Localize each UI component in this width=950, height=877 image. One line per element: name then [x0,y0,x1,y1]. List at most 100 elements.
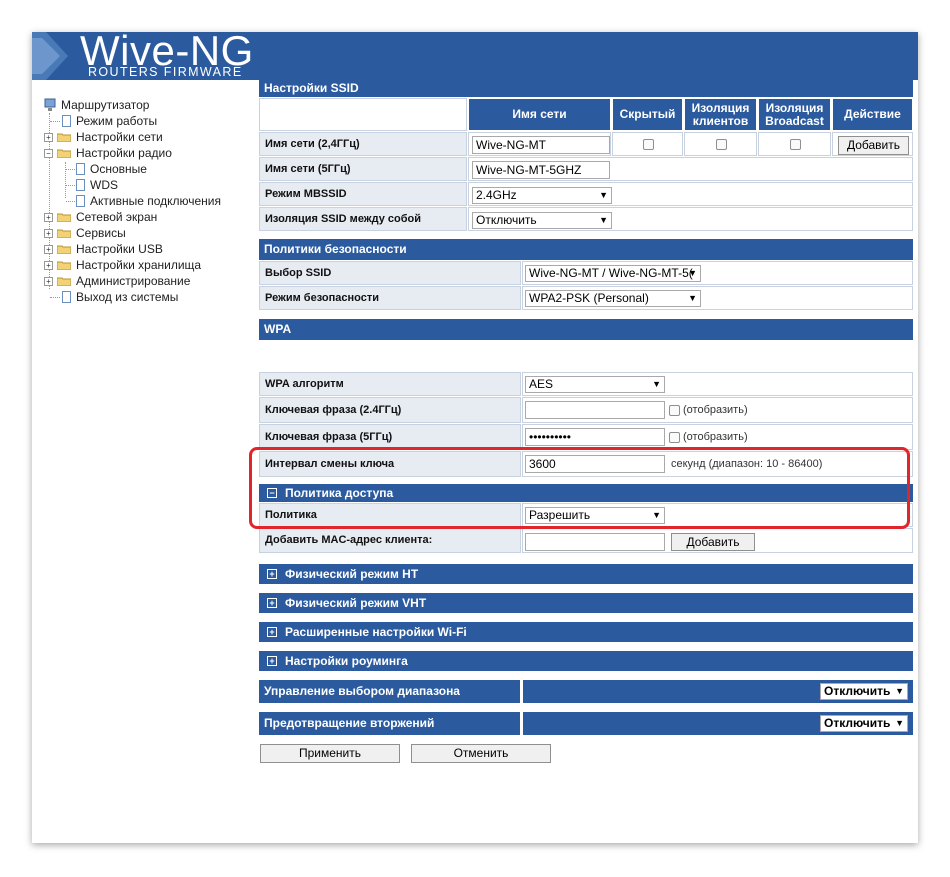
dropdown-arrow-icon: ▼ [688,293,697,303]
add-mac-cell: Добавить [522,528,913,553]
hidden-cell [612,132,683,156]
sidebar-item-label: Настройки хранилища [76,258,202,272]
ssid-24-input[interactable]: Wive-NG-MT [472,136,610,154]
add-ssid-button[interactable]: Добавить [838,136,909,155]
folder-icon [57,213,71,222]
intrusion-prevention-label: Предотвращение вторжений [259,712,520,735]
ssid-header-blank [259,98,467,131]
cancel-button[interactable]: Отменить [411,744,551,763]
folder-icon [57,261,71,270]
roaming-header[interactable]: + Настройки роуминга [259,651,913,671]
intrusion-prevention-select[interactable]: Отключить ▼ [820,715,908,732]
ssid-isolation-value: Отключить [476,213,537,227]
passphrase-24-label: Ключевая фраза (2.4ГГц) [259,397,521,423]
add-mac-label: Добавить MAC-адрес клиента: [259,528,521,553]
ht-mode-title: Физический режим HT [285,567,419,581]
page-icon [76,179,85,191]
expand-icon[interactable]: + [44,261,53,270]
mbssid-mode-value: 2.4GHz [476,188,517,202]
wpa-section-header: WPA [259,319,913,340]
router-frame: Wive-NG ROUTERS FIRMWARE Маршрутизатор Р… [32,32,918,843]
sidebar-item-label: Сервисы [76,226,126,240]
wpa-algorithm-select[interactable]: AES ▼ [525,376,665,393]
ssid-section-header: Настройки SSID [259,80,913,97]
advanced-wifi-title: Расширенные настройки Wi-Fi [285,625,467,639]
sidebar-item-label: Основные [90,162,147,176]
ssid-5-cell: Wive-NG-MT-5GHZ [468,157,913,181]
show-passphrase-24-label: (отобразить) [683,404,748,416]
sidebar-item-label: Настройки сети [76,130,163,144]
sidebar-item-label: Администрирование [76,274,191,288]
expand-icon[interactable]: + [44,133,53,142]
sidebar-item-label: Настройки радио [76,146,172,160]
security-section-header: Политики безопасности [259,239,913,260]
ssid-isolation-select[interactable]: Отключить ▼ [472,212,612,229]
mbssid-mode-cell: 2.4GHz ▼ [468,182,913,206]
page-icon [62,291,71,303]
logo-chevron-icon [32,32,68,80]
page-icon [62,115,71,127]
ssid-24-cell: Wive-NG-MT [468,132,611,156]
broadcast-iso-cell [758,132,831,156]
client-iso-cell [684,132,757,156]
security-mode-value: WPA2-PSK (Personal) [529,291,649,305]
page-icon [76,195,85,207]
ssid-choice-cell: Wive-NG-MT / Wive-NG-MT-5( ▼ [522,261,913,285]
security-mode-select[interactable]: WPA2-PSK (Personal) ▼ [525,290,701,307]
logo-subtitle: ROUTERS FIRMWARE [88,65,243,79]
client-isolation-checkbox[interactable] [716,139,727,150]
sidebar-item-label: Режим работы [76,114,158,128]
col-hidden: Скрытый [612,98,683,131]
advanced-wifi-header[interactable]: + Расширенные настройки Wi-Fi [259,622,913,642]
ssid-choice-label: Выбор SSID [259,261,521,285]
dropdown-arrow-icon: ▼ [599,190,608,200]
passphrase-5-input[interactable]: •••••••••• [525,428,665,446]
broadcast-isolation-checkbox[interactable] [790,139,801,150]
wpa-algorithm-label: WPA алгоритм [259,372,521,396]
action-cell: Добавить [832,132,913,156]
security-mode-label: Режим безопасности [259,286,521,310]
expand-icon[interactable]: + [44,245,53,254]
ssid-choice-select[interactable]: Wive-NG-MT / Wive-NG-MT-5( ▼ [525,265,701,282]
page-icon [76,163,85,175]
ssid-5-input[interactable]: Wive-NG-MT-5GHZ [472,161,610,179]
dropdown-arrow-icon: ▼ [599,215,608,225]
mac-address-input[interactable] [525,533,665,551]
expand-icon[interactable]: + [44,277,53,286]
sidebar-item-label: Активные подключения [90,194,222,208]
mbssid-mode-label: Режим MBSSID [259,182,467,206]
sidebar-root-label: Маршрутизатор [61,98,150,112]
hidden-checkbox[interactable] [643,139,654,150]
computer-icon [44,98,56,111]
ssid-isolation-cell: Отключить ▼ [468,207,913,231]
dropdown-arrow-icon: ▼ [652,379,661,389]
vht-mode-header[interactable]: + Физический режим VHT [259,593,913,613]
col-client-isolation: Изоляция клиентов [684,98,757,131]
expand-icon: + [267,626,277,637]
show-passphrase-24-checkbox[interactable] [669,405,680,416]
open-folder-icon [57,149,71,158]
intrusion-prevention-cell: Отключить ▼ [523,712,913,735]
expand-icon: + [267,655,277,666]
collapse-icon[interactable]: − [44,149,53,158]
expand-icon[interactable]: + [44,229,53,238]
folder-icon [57,245,71,254]
wpa-algorithm-value: AES [529,377,554,391]
band-steering-value: Отключить [824,684,891,698]
wpa-algorithm-cell: AES ▼ [522,372,913,396]
apply-button[interactable]: Применить [260,744,400,763]
vht-mode-title: Физический режим VHT [285,596,427,610]
ht-mode-header[interactable]: + Физический режим HT [259,564,913,584]
dropdown-arrow-icon: ▼ [895,718,904,728]
intrusion-prevention-value: Отключить [824,716,891,730]
add-mac-button[interactable]: Добавить [671,533,755,551]
ssid-choice-value: Wive-NG-MT / Wive-NG-MT-5( [529,266,693,280]
band-steering-select[interactable]: Отключить ▼ [820,683,908,700]
sidebar-item-label: WDS [90,178,118,192]
folder-icon [57,133,71,142]
passphrase-24-input[interactable] [525,401,665,419]
roaming-title: Настройки роуминга [285,654,408,668]
expand-icon[interactable]: + [44,213,53,222]
mbssid-mode-select[interactable]: 2.4GHz ▼ [472,187,612,204]
show-passphrase-5-checkbox[interactable] [669,432,680,443]
